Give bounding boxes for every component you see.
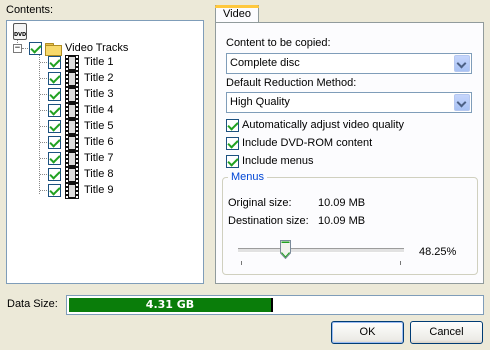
- film-strip-icon: [65, 55, 79, 71]
- destination-size-label: Destination size:: [228, 215, 309, 227]
- tab-video[interactable]: Video: [215, 5, 259, 23]
- cancel-button[interactable]: Cancel: [410, 321, 483, 344]
- title-label[interactable]: Title 4: [84, 103, 114, 117]
- film-strip-icon: [65, 183, 79, 199]
- title-label[interactable]: Title 2: [84, 71, 114, 85]
- original-size-label: Original size:: [228, 197, 292, 209]
- title-label[interactable]: Title 3: [84, 87, 114, 101]
- auto-adjust-quality-checkbox[interactable]: [226, 119, 239, 132]
- include-dvd-rom-checkbox[interactable]: [226, 137, 239, 150]
- film-strip-icon: [65, 119, 79, 135]
- slider-percent: 48.25%: [419, 246, 457, 258]
- title-label[interactable]: Title 9: [84, 183, 114, 197]
- include-menus-checkbox[interactable]: [226, 155, 239, 168]
- collapse-tree-button[interactable]: −: [13, 44, 22, 53]
- title-checkbox[interactable]: [48, 104, 61, 117]
- film-strip-icon: [65, 135, 79, 151]
- film-strip-icon: [65, 151, 79, 167]
- menus-quality-slider[interactable]: [238, 248, 404, 253]
- title-checkbox[interactable]: [48, 88, 61, 101]
- include-dvd-rom-label[interactable]: Include DVD-ROM content: [242, 137, 372, 149]
- content-to-copy-label: Content to be copied:: [226, 37, 331, 49]
- title-checkbox[interactable]: [48, 168, 61, 181]
- data-size-value: 4.31 GB: [145, 298, 195, 311]
- video-tracks-checkbox[interactable]: [29, 42, 42, 55]
- slider-thumb[interactable]: [280, 240, 291, 259]
- contents-label: Contents:: [6, 4, 54, 16]
- ok-button[interactable]: OK: [331, 321, 404, 344]
- title-label[interactable]: Title 8: [84, 167, 114, 181]
- include-menus-label[interactable]: Include menus: [242, 155, 314, 167]
- film-strip-icon: [65, 167, 79, 183]
- title-label[interactable]: Title 7: [84, 151, 114, 165]
- content-to-copy-select[interactable]: Complete disc: [226, 53, 472, 74]
- title-checkbox[interactable]: [48, 152, 61, 165]
- film-strip-icon: [65, 71, 79, 87]
- data-size-label: Data Size:: [7, 298, 58, 310]
- title-checkbox[interactable]: [48, 184, 61, 197]
- content-to-copy-value: Complete disc: [230, 57, 300, 69]
- data-size-bar: 4.31 GB: [66, 295, 484, 315]
- contents-tree[interactable]: DVD − Video Tracks Title 1 Title 2 Title 3…: [6, 20, 204, 284]
- reduction-method-label: Default Reduction Method:: [226, 77, 357, 89]
- title-checkbox[interactable]: [48, 72, 61, 85]
- film-strip-icon: [65, 103, 79, 119]
- destination-size-value: 10.09 MB: [318, 215, 366, 227]
- video-tracks-label[interactable]: Video Tracks: [65, 41, 128, 55]
- slider-tick: [400, 261, 401, 265]
- dvd-disc-icon: DVD: [13, 23, 27, 40]
- reduction-method-select[interactable]: High Quality: [226, 92, 472, 113]
- title-label[interactable]: Title 5: [84, 119, 114, 133]
- reduction-method-value: High Quality: [230, 96, 290, 108]
- slider-tick: [241, 261, 242, 265]
- chevron-down-icon[interactable]: [454, 94, 470, 111]
- auto-adjust-quality-label[interactable]: Automatically adjust video quality: [242, 119, 404, 131]
- title-checkbox[interactable]: [48, 120, 61, 133]
- folder-icon: [45, 43, 62, 56]
- title-label[interactable]: Title 1: [84, 55, 114, 69]
- menus-legend: Menus: [228, 171, 268, 183]
- title-checkbox[interactable]: [48, 136, 61, 149]
- title-label[interactable]: Title 6: [84, 135, 114, 149]
- chevron-down-icon[interactable]: [454, 55, 470, 72]
- film-strip-icon: [65, 87, 79, 103]
- original-size-value: 10.09 MB: [318, 197, 366, 209]
- title-checkbox[interactable]: [48, 56, 61, 69]
